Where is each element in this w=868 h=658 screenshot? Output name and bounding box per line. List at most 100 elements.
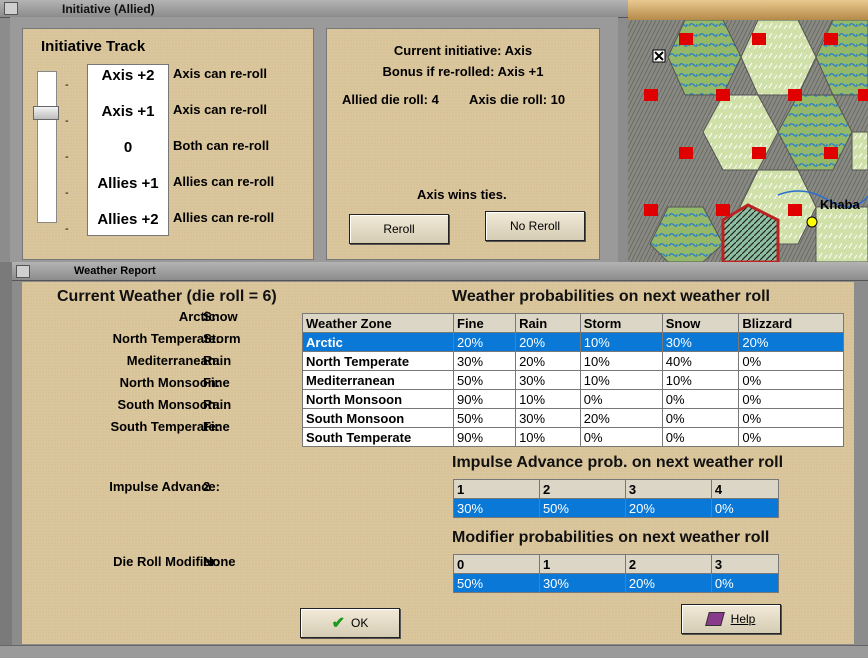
track-desc-3: Allies can re-roll <box>173 174 275 189</box>
zone-label-mediterranean: Mediterranean: <box>126 353 220 368</box>
col-header: Fine <box>452 313 517 333</box>
table-cell: 10% <box>661 370 740 390</box>
table-cell: 0% <box>661 389 740 409</box>
ok-button-label: OK <box>351 616 369 630</box>
zone-label-north-monsoon: North Monsoon: <box>119 375 220 390</box>
no-reroll-button[interactable]: No Reroll <box>485 211 585 241</box>
initiative-slider-thumb[interactable] <box>33 106 59 120</box>
taskbar-edge <box>0 645 868 658</box>
zone-label-north-temperate: North Temperate: <box>112 331 220 346</box>
col-header: 3 <box>624 479 712 499</box>
die-roll-modifier-label: Die Roll Modifier: <box>113 554 220 569</box>
table-row[interactable]: South Temperate 90% 10% 0% 0% 0% <box>302 427 844 447</box>
track-desc-1: Axis can re-roll <box>173 102 267 117</box>
table-cell: 30% <box>661 332 740 352</box>
table-cell: 0% <box>738 370 844 390</box>
checkmark-icon: ✔ <box>331 615 346 632</box>
ties-note: Axis wins ties. <box>417 187 507 202</box>
table-row[interactable]: Mediterranean 50% 30% 10% 10% 0% <box>302 370 844 390</box>
col-header: 1 <box>453 479 540 499</box>
table-cell: 50% <box>538 498 626 518</box>
reroll-button[interactable]: Reroll <box>349 214 449 244</box>
map-top-bar <box>628 0 868 20</box>
table-cell: Arctic <box>302 332 454 352</box>
zone-value-south-monsoon: Rain <box>203 397 232 412</box>
table-cell: 90% <box>452 389 517 409</box>
table-cell: 0% <box>738 351 844 371</box>
track-desc-2: Both can re-roll <box>173 138 270 153</box>
zone-value-south-temperate: Fine <box>203 419 230 434</box>
level-zero: 0 <box>123 139 133 156</box>
table-cell: North Monsoon <box>302 389 454 409</box>
current-initiative: Current initiative: Axis <box>393 43 533 58</box>
table-cell: 10% <box>579 351 663 371</box>
ok-button[interactable]: ✔ OK <box>300 608 400 638</box>
die-roll-modifier-value: None <box>203 554 236 569</box>
table-cell: South Monsoon <box>302 408 454 428</box>
level-axis-2: Axis +2 <box>101 67 155 84</box>
table-cell: 30% <box>452 351 517 371</box>
table-row[interactable]: South Monsoon 50% 30% 20% 0% 0% <box>302 408 844 428</box>
table-cell: 10% <box>579 332 663 352</box>
weather-titlebar[interactable]: Weather Report <box>12 262 868 281</box>
impulse-advance-value: 2 <box>203 479 211 494</box>
hex-map[interactable] <box>628 20 868 262</box>
current-weather-title: Current Weather (die roll = 6) <box>57 288 277 305</box>
table-header-row: Weather Zone Fine Rain Storm Snow Blizza… <box>302 313 844 333</box>
col-header: 3 <box>710 554 780 574</box>
zone-label-south-temperate: South Temperate: <box>110 419 220 434</box>
table-header-row: 0 1 2 3 <box>453 554 780 574</box>
level-allies-1: Allies +1 <box>97 175 159 192</box>
initiative-slider-track[interactable] <box>37 71 57 223</box>
modifier-prob-table: 0 1 2 3 50% 30% 20% 0% <box>453 554 780 593</box>
table-cell: 0% <box>661 427 740 447</box>
weather-prob-title: Weather probabilities on next weather ro… <box>452 288 770 305</box>
table-cell: 50% <box>453 573 540 593</box>
window-icon <box>16 265 30 278</box>
initiative-titlebar[interactable]: Initiative (Allied) <box>0 0 628 18</box>
table-cell: 50% <box>452 408 517 428</box>
zone-label-south-monsoon: South Monsoon: <box>117 397 220 412</box>
table-cell: 10% <box>515 389 581 409</box>
level-allies-2: Allies +2 <box>97 211 159 228</box>
zone-value-mediterranean: Rain <box>203 353 232 368</box>
table-cell: 30% <box>453 498 540 518</box>
map-place-label: Khaba <box>820 197 860 212</box>
zone-label-arctic: Arctic: <box>178 309 220 324</box>
table-cell: 20% <box>738 332 844 352</box>
table-row[interactable]: North Monsoon 90% 10% 0% 0% 0% <box>302 389 844 409</box>
table-row[interactable]: Arctic 20% 20% 10% 30% 20% <box>302 332 844 352</box>
table-cell: 20% <box>624 573 712 593</box>
table-cell: South Temperate <box>302 427 454 447</box>
level-axis-1: Axis +1 <box>101 103 155 120</box>
axis-die-roll: Axis die roll: 10 <box>469 92 566 107</box>
table-cell: 0% <box>710 573 780 593</box>
table-cell: 20% <box>624 498 712 518</box>
table-cell: 30% <box>515 408 581 428</box>
table-cell: 40% <box>661 351 740 371</box>
table-row[interactable]: North Temperate 30% 20% 10% 40% 0% <box>302 351 844 371</box>
table-cell: 20% <box>515 332 581 352</box>
table-cell: North Temperate <box>302 351 454 371</box>
table-cell: 0% <box>661 408 740 428</box>
table-cell: 20% <box>579 408 663 428</box>
help-button[interactable]: Help <box>681 604 781 634</box>
col-header: 2 <box>624 554 712 574</box>
initiative-track-panel: Initiative Track ----- Axis +2 Axis +1 0… <box>22 28 314 260</box>
help-button-label: Help <box>730 612 756 626</box>
map-view[interactable]: Khaba <box>628 0 868 262</box>
col-header: Rain <box>515 313 581 333</box>
col-header: 0 <box>453 554 540 574</box>
impulse-prob-title: Impulse Advance prob. on next weather ro… <box>452 454 784 471</box>
table-row[interactable]: 30% 50% 20% 0% <box>453 498 780 518</box>
table-cell: 0% <box>738 389 844 409</box>
table-cell: 0% <box>579 427 663 447</box>
table-cell: 20% <box>515 351 581 371</box>
zone-value-arctic: Snow <box>203 309 238 324</box>
zone-value-north-temperate: Storm <box>203 331 241 346</box>
col-header: 2 <box>538 479 626 499</box>
impulse-advance-label: Impulse Advance: <box>109 479 220 494</box>
weather-prob-table: Weather Zone Fine Rain Storm Snow Blizza… <box>302 313 844 447</box>
table-cell: 0% <box>738 427 844 447</box>
table-row[interactable]: 50% 30% 20% 0% <box>453 573 780 593</box>
